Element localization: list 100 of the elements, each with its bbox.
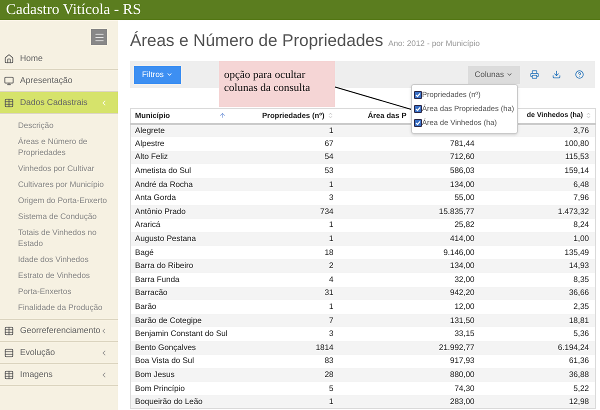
sidebar-item-icon <box>4 98 14 108</box>
submenu-item[interactable]: Vinhedos por Cultivar <box>18 163 118 174</box>
table-cell: 5 <box>256 382 338 396</box>
table-cell: 31 <box>256 286 338 300</box>
table-cell: 131,50 <box>338 314 478 328</box>
table-cell: 1 <box>256 178 338 192</box>
table-cell: Ametista do Sul <box>130 164 256 178</box>
table-cell: 8,35 <box>478 273 596 287</box>
sidebar-item-label: Imagens <box>20 368 54 381</box>
table-cell: 880,00 <box>338 368 478 382</box>
sort-icon <box>326 112 334 120</box>
table-cell: 21.992,77 <box>338 341 478 355</box>
checkbox[interactable] <box>414 91 422 99</box>
page-title: Áreas e Número de Propriedades <box>130 32 384 49</box>
table-cell: 5,22 <box>478 382 596 396</box>
table-cell: 28 <box>256 368 338 382</box>
columns-button[interactable]: Colunas <box>468 66 520 84</box>
help-button[interactable] <box>575 70 584 79</box>
table-cell: 1814 <box>256 341 338 355</box>
table-cell: 586,03 <box>338 164 478 178</box>
table-cell: 18 <box>256 246 338 260</box>
menu-toggle-button[interactable] <box>91 29 107 45</box>
table-cell: 8,24 <box>478 218 596 232</box>
table-cell: 159,14 <box>478 164 596 178</box>
table-cell: Barra do Ribeiro <box>130 259 256 274</box>
download-button[interactable] <box>552 70 561 79</box>
table-cell: 36,88 <box>478 368 596 382</box>
table-cell: 25,82 <box>338 218 478 232</box>
table-cell: 67 <box>256 137 338 151</box>
checkbox[interactable] <box>414 119 422 127</box>
sidebar-item-label: Georreferenciamento <box>20 324 100 337</box>
table-cell: 55,00 <box>338 191 478 206</box>
print-button[interactable] <box>530 70 539 79</box>
table-cell: 2,35 <box>478 300 596 314</box>
table-cell: 15.835,77 <box>338 205 478 219</box>
submenu-item[interactable]: Totais de Vinhedos no Estado <box>18 227 118 249</box>
sidebar-item-icon <box>4 76 14 86</box>
table-cell: Boqueirão do Leão <box>130 395 256 409</box>
app-title: Cadastro Vitícola - RS <box>6 2 142 18</box>
submenu-item[interactable]: Descrição <box>18 120 118 131</box>
table-cell: 134,00 <box>338 178 478 192</box>
submenu-item[interactable]: Idade dos Vinhedos <box>18 254 118 265</box>
table-cell: 83 <box>256 354 338 368</box>
table-cell: 1 <box>256 300 338 314</box>
table-cell: 100,80 <box>478 137 596 151</box>
submenu-item[interactable]: Cultivares por Município <box>18 179 118 190</box>
caret-icon <box>166 71 173 78</box>
submenu-item[interactable]: Porta-Enxertos <box>18 286 118 297</box>
submenu-item[interactable]: Sistema de Condução <box>18 211 118 222</box>
table-cell: Bagé <box>130 246 256 260</box>
sidebar-item[interactable]: Georreferenciamento <box>0 320 118 342</box>
table-cell: Boa Vista do Sul <box>130 354 256 368</box>
table-cell: André da Rocha <box>130 178 256 192</box>
menu-icon <box>94 32 104 42</box>
table-cell: 942,20 <box>338 286 478 300</box>
table-cell: 712,60 <box>338 150 478 164</box>
check-icon <box>415 120 421 126</box>
table-cell: 135,49 <box>478 246 596 260</box>
table-cell: 5,36 <box>478 327 596 341</box>
annotation-callout: opção para ocultar colunas da consulta <box>219 61 335 107</box>
download-icon <box>552 70 561 79</box>
table-cell: 115,53 <box>478 150 596 164</box>
sidebar-item[interactable]: Imagens <box>0 364 118 386</box>
table-cell: Barracão <box>130 286 256 300</box>
table-cell: 414,00 <box>338 232 478 246</box>
table-cell: 9.146,00 <box>338 246 478 260</box>
table-cell: 1 <box>256 232 338 246</box>
checkbox[interactable] <box>414 105 422 113</box>
table-cell: 1,00 <box>478 232 596 246</box>
table-cell: Antônio Prado <box>130 205 256 219</box>
table-cell: Alegrete <box>130 124 256 138</box>
page-subtitle: Ano: 2012 - por Município <box>388 38 480 50</box>
submenu-item[interactable]: Finalidade da Produção <box>18 302 118 313</box>
sidebar-item[interactable]: Evolução <box>0 342 118 364</box>
sidebar-item[interactable]: Dados Cadastrais <box>0 92 118 114</box>
table-cell: 4 <box>256 273 338 287</box>
table-cell: 734 <box>256 205 338 219</box>
table-cell: 36,66 <box>478 286 596 300</box>
caret-icon <box>506 71 513 78</box>
table-cell: Anta Gorda <box>130 191 256 206</box>
filter-button[interactable]: Filtros <box>134 66 181 84</box>
submenu-item[interactable]: Áreas e Número de Propriedades <box>18 136 118 158</box>
sort-ascending-icon <box>218 112 226 120</box>
table-cell: 32,00 <box>338 273 478 287</box>
table-cell: 6.194,24 <box>478 341 596 355</box>
table-cell: 61,36 <box>478 354 596 368</box>
table-cell: Araricá <box>130 218 256 232</box>
table-cell: Barão <box>130 300 256 314</box>
table-cell: 12,98 <box>478 395 596 409</box>
table-cell: Alpestre <box>130 137 256 151</box>
table-cell: 54 <box>256 150 338 164</box>
submenu-item[interactable]: Estrato de Vinhedos <box>18 270 118 281</box>
sidebar-item[interactable]: Home <box>0 48 118 70</box>
help-icon <box>575 70 584 79</box>
table-cell: 3 <box>256 327 338 341</box>
table-cell: 3 <box>256 191 338 206</box>
table-cell: 1 <box>256 124 338 138</box>
table-cell: Bom Jesus <box>130 368 256 382</box>
table-cell: 134,00 <box>338 259 478 274</box>
submenu-item[interactable]: Origem do Porta-Enxerto <box>18 195 118 206</box>
